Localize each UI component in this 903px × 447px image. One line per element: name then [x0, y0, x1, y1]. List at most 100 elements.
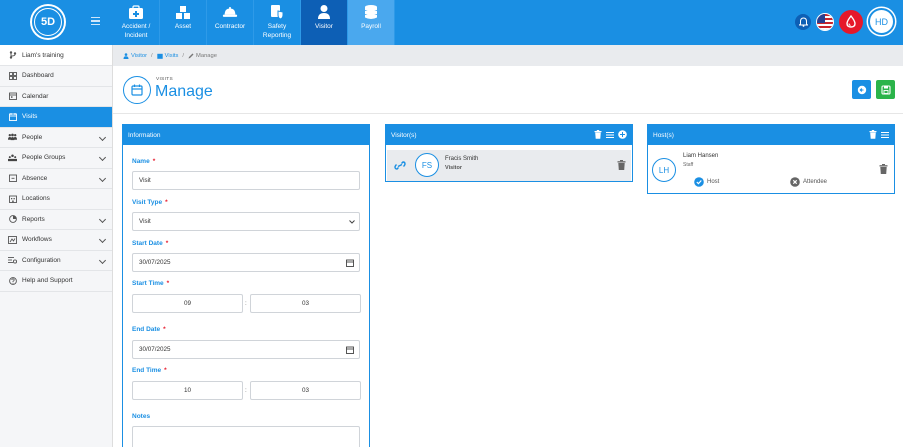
- end-date-input[interactable]: 30/07/2025: [132, 340, 360, 359]
- sidebar-item-label: Absence: [22, 174, 48, 182]
- list-icon[interactable]: [881, 131, 889, 139]
- app-logo[interactable]: 5D: [32, 6, 64, 38]
- chevron-down-icon: [349, 220, 355, 224]
- shield-doc-icon: [269, 4, 285, 20]
- nav-payroll[interactable]: Payroll: [348, 0, 395, 45]
- logo-area: 5D: [0, 0, 113, 45]
- required-mark: *: [163, 326, 166, 333]
- sidebar-item-label: Dashboard: [22, 72, 54, 80]
- us-flag-language-icon[interactable]: [816, 12, 834, 31]
- list-icon[interactable]: [606, 131, 614, 139]
- sidebar-item-people-groups[interactable]: People Groups: [0, 148, 112, 169]
- breadcrumb-visitor[interactable]: Visitor: [131, 53, 147, 59]
- notes-label: Notes: [132, 413, 151, 420]
- calendar-icon[interactable]: [346, 259, 354, 267]
- nav-safety-reporting[interactable]: Safety Reporting: [254, 0, 301, 45]
- page-title: Manage: [155, 83, 213, 100]
- required-mark: *: [165, 199, 168, 206]
- nav-asset[interactable]: Asset: [160, 0, 207, 45]
- end-date-label: End Date *: [132, 326, 166, 333]
- sidebar-item-locations[interactable]: Locations: [0, 189, 112, 210]
- visitors-actions: [594, 130, 627, 139]
- nav-visitor[interactable]: Visitor: [301, 0, 348, 45]
- attendee-option-label: Attendee: [803, 179, 828, 185]
- sidebar-item-calendar[interactable]: Calendar: [0, 87, 112, 107]
- sidebar-item-label: Help and Support: [22, 277, 73, 285]
- add-icon[interactable]: [618, 130, 627, 139]
- back-arrow-icon: [857, 85, 866, 94]
- sidebar-item-workflows[interactable]: Workflows: [0, 230, 112, 251]
- host-role: Staff: [683, 162, 694, 168]
- calendar-icon[interactable]: [346, 346, 354, 354]
- start-date-input[interactable]: 30/07/2025: [132, 253, 360, 272]
- blood-drop-icon[interactable]: [839, 9, 863, 34]
- sidebar-item-configuration[interactable]: Configuration: [0, 251, 112, 271]
- end-time-label-text: End Time: [132, 367, 162, 374]
- breadcrumb-separator: /: [182, 52, 185, 59]
- nav-contractor[interactable]: Contractor: [207, 0, 254, 45]
- start-minute-input[interactable]: 03: [250, 294, 361, 313]
- boxes-icon: [175, 4, 191, 20]
- visit-type-select[interactable]: Visit: [132, 212, 360, 231]
- chevron-down-icon: [98, 215, 107, 223]
- menu-toggle-icon[interactable]: [91, 17, 100, 26]
- user-avatar[interactable]: HD: [868, 8, 895, 35]
- pencil-icon: [188, 53, 194, 58]
- trash-icon[interactable]: [879, 164, 888, 174]
- page-header: VISITS Manage: [113, 66, 903, 114]
- end-hour-input[interactable]: 10: [132, 381, 243, 400]
- time-separator: :: [245, 300, 247, 307]
- panel-title: Visitor(s): [391, 131, 417, 139]
- breadcrumb-visits[interactable]: Visits: [165, 53, 179, 59]
- chevron-down-icon: [98, 133, 107, 141]
- sidebar-item-help[interactable]: Help and Support: [0, 271, 112, 292]
- nav-accident-incident[interactable]: Accident / Incident: [113, 0, 160, 45]
- reports-icon: [8, 215, 17, 224]
- host-option[interactable]: Host: [694, 177, 719, 187]
- start-date-label-text: Start Date: [132, 240, 163, 247]
- visitor-row[interactable]: FS Fracis Smith Visitor: [387, 150, 631, 181]
- avatar: FS: [415, 153, 439, 177]
- absence-icon: [8, 174, 17, 183]
- link-icon[interactable]: [394, 161, 406, 170]
- hosts-actions: [869, 130, 889, 139]
- sidebar-item-visits[interactable]: Visits: [0, 107, 112, 128]
- save-button[interactable]: [876, 80, 895, 99]
- sidebar-item-absence[interactable]: Absence: [0, 169, 112, 189]
- chevron-down-icon: [98, 256, 107, 264]
- nav-asset-label: Asset: [174, 23, 192, 30]
- visits-icon: [8, 112, 17, 121]
- trash-icon[interactable]: [617, 160, 626, 170]
- person-icon: [123, 52, 129, 59]
- back-button[interactable]: [852, 80, 871, 99]
- name-input[interactable]: Visit: [132, 171, 360, 190]
- sidebar-item-people[interactable]: People: [0, 128, 112, 148]
- sidebar-training-selector[interactable]: Liam's training: [0, 45, 112, 66]
- sidebar-item-label: People: [22, 133, 43, 141]
- visit-type-value: Visit: [139, 218, 151, 225]
- visitor-role: Visitor: [445, 165, 463, 171]
- trash-icon[interactable]: [869, 130, 877, 139]
- breadcrumb-manage: Manage: [196, 52, 217, 59]
- avatar: LH: [652, 158, 676, 182]
- sidebar-item-label: Calendar: [22, 92, 49, 100]
- sidebar-item-reports[interactable]: Reports: [0, 210, 112, 230]
- host-row[interactable]: LH Liam Hansen Staff Host Attendee: [648, 146, 894, 193]
- calendar-icon: [156, 53, 163, 59]
- nav-payroll-label: Payroll: [361, 23, 381, 30]
- hosts-panel: Host(s) LH Liam Hansen Staff Host Attend…: [647, 124, 895, 194]
- header-actions: HD: [795, 8, 895, 35]
- sidebar-item-dashboard[interactable]: Dashboard: [0, 66, 112, 87]
- page-subtitle: VISITS: [156, 77, 173, 82]
- notification-bell-icon[interactable]: [795, 13, 811, 30]
- host-option-label: Host: [707, 179, 720, 185]
- nav-accident-label: Accident / Incident: [121, 23, 151, 39]
- required-mark: *: [166, 280, 170, 287]
- attendee-option[interactable]: Attendee: [790, 177, 827, 187]
- nav-contractor-label: Contractor: [214, 23, 246, 30]
- notes-textarea[interactable]: [132, 426, 360, 447]
- trash-icon[interactable]: [594, 130, 602, 139]
- end-minute-input[interactable]: 03: [250, 381, 361, 400]
- start-hour-input[interactable]: 09: [132, 294, 243, 313]
- check-circle-icon: [694, 177, 704, 187]
